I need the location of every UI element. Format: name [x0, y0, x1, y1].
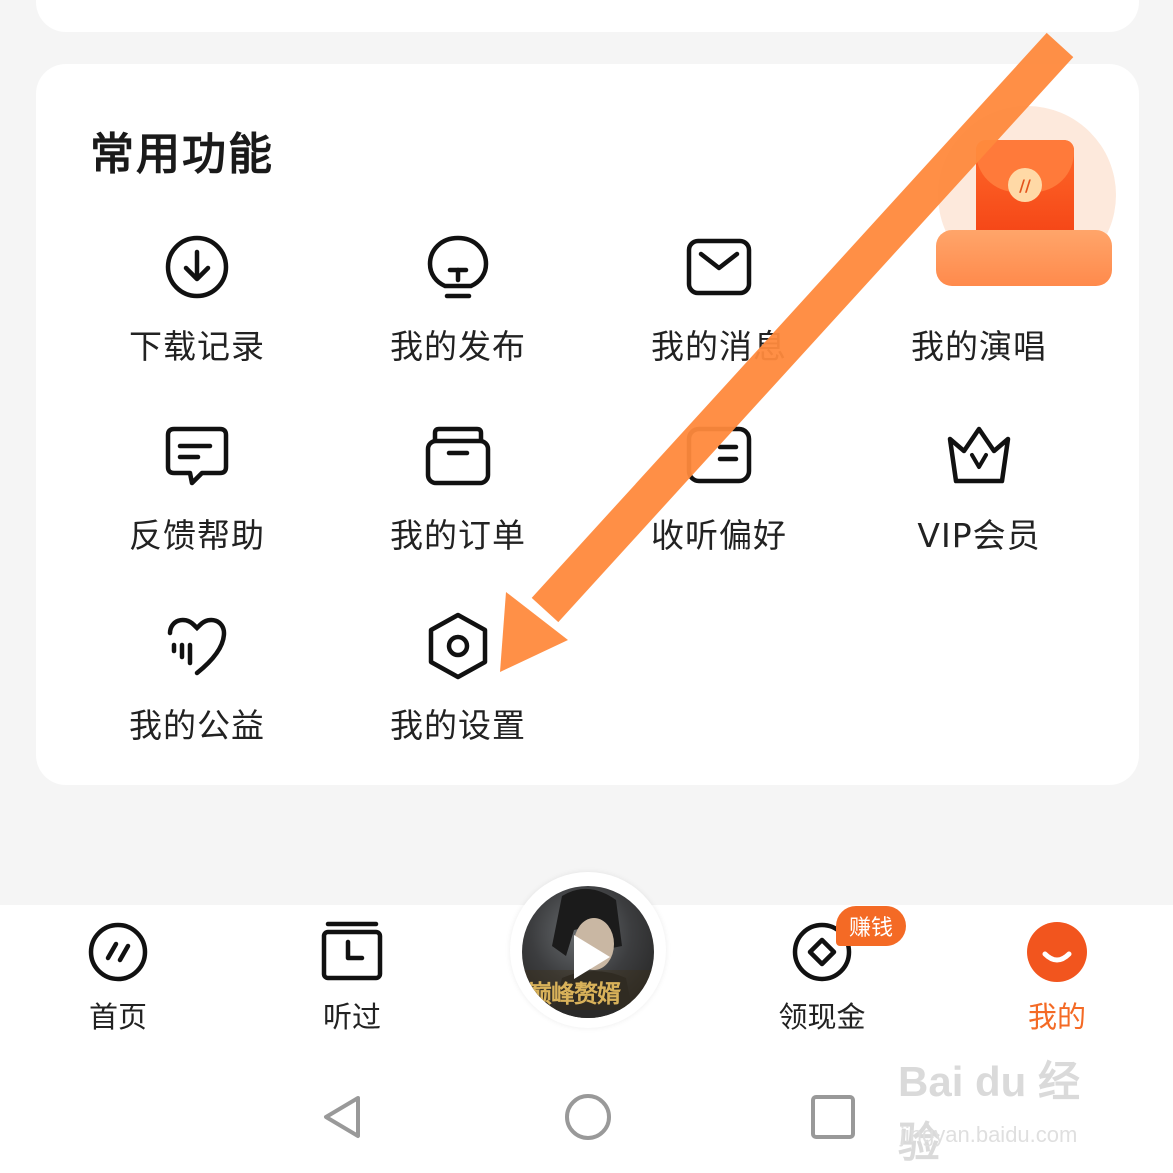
- feedback-chat-icon: [162, 421, 232, 491]
- tab-history[interactable]: 听过: [272, 920, 432, 1040]
- feature-label: 我的消息: [651, 327, 787, 366]
- feature-my-orders[interactable]: 我的订单: [353, 421, 563, 571]
- recents-square-icon[interactable]: [808, 1092, 858, 1146]
- feature-feedback-help[interactable]: 反馈帮助: [92, 421, 302, 571]
- feature-label: 我的设置: [390, 706, 526, 745]
- charity-heart-icon: [162, 611, 232, 681]
- feature-my-publish[interactable]: 我的发布: [353, 232, 563, 382]
- home-circle-icon[interactable]: [563, 1092, 613, 1146]
- feature-my-charity[interactable]: 我的公益: [92, 611, 302, 761]
- feature-my-messages[interactable]: 我的消息: [614, 232, 824, 382]
- play-icon[interactable]: [574, 935, 610, 979]
- vip-crown-icon: [944, 421, 1014, 491]
- message-envelope-icon: [684, 232, 754, 302]
- earn-badge: 赚钱: [836, 906, 906, 946]
- tab-home[interactable]: 首页: [38, 920, 198, 1040]
- feature-label: VIP会员: [917, 516, 1041, 555]
- watermark-url: jingyan.baidu.com: [900, 1122, 1078, 1147]
- tab-label: 我的: [1027, 1000, 1086, 1034]
- feature-label: 我的发布: [390, 327, 526, 366]
- sing-icon: [944, 232, 1014, 302]
- history-icon: [320, 920, 384, 984]
- tab-label: 听过: [322, 1000, 381, 1034]
- feature-vip-member[interactable]: VIP会员: [874, 421, 1084, 571]
- publish-bulb-icon: [423, 232, 493, 302]
- listen-preference-icon: [684, 421, 754, 491]
- feature-label: 我的订单: [390, 516, 526, 555]
- top-card: [36, 0, 1139, 32]
- back-icon[interactable]: [318, 1092, 368, 1146]
- profile-smile-icon: [1025, 920, 1089, 984]
- tab-profile[interactable]: 我的: [977, 920, 1137, 1040]
- feature-label: 反馈帮助: [129, 516, 265, 555]
- feature-my-settings[interactable]: 我的设置: [353, 611, 563, 761]
- feature-label: 下载记录: [129, 327, 265, 366]
- tab-label: 首页: [88, 1000, 147, 1034]
- home-icon: [86, 920, 150, 984]
- settings-hexagon-icon: [423, 611, 493, 681]
- tab-label: 领现金: [778, 1000, 866, 1034]
- baidu-watermark: Bai du 经验 jingyan.baidu.com: [898, 1048, 1118, 1166]
- section-title: 常用功能: [90, 129, 274, 180]
- cover-title: 巅峰赘婿: [528, 980, 621, 1008]
- order-box-icon: [423, 421, 493, 491]
- feature-my-singing[interactable]: 我的演唱: [874, 232, 1084, 382]
- watermark-brand: Bai du 经验: [898, 1058, 1081, 1166]
- feature-listen-preference[interactable]: 收听偏好: [614, 421, 824, 571]
- feature-label: 我的演唱: [911, 327, 1047, 366]
- download-icon: [162, 232, 232, 302]
- feature-label: 我的公益: [129, 706, 265, 745]
- feature-label: 收听偏好: [651, 516, 787, 555]
- feature-download-history[interactable]: 下载记录: [92, 232, 302, 382]
